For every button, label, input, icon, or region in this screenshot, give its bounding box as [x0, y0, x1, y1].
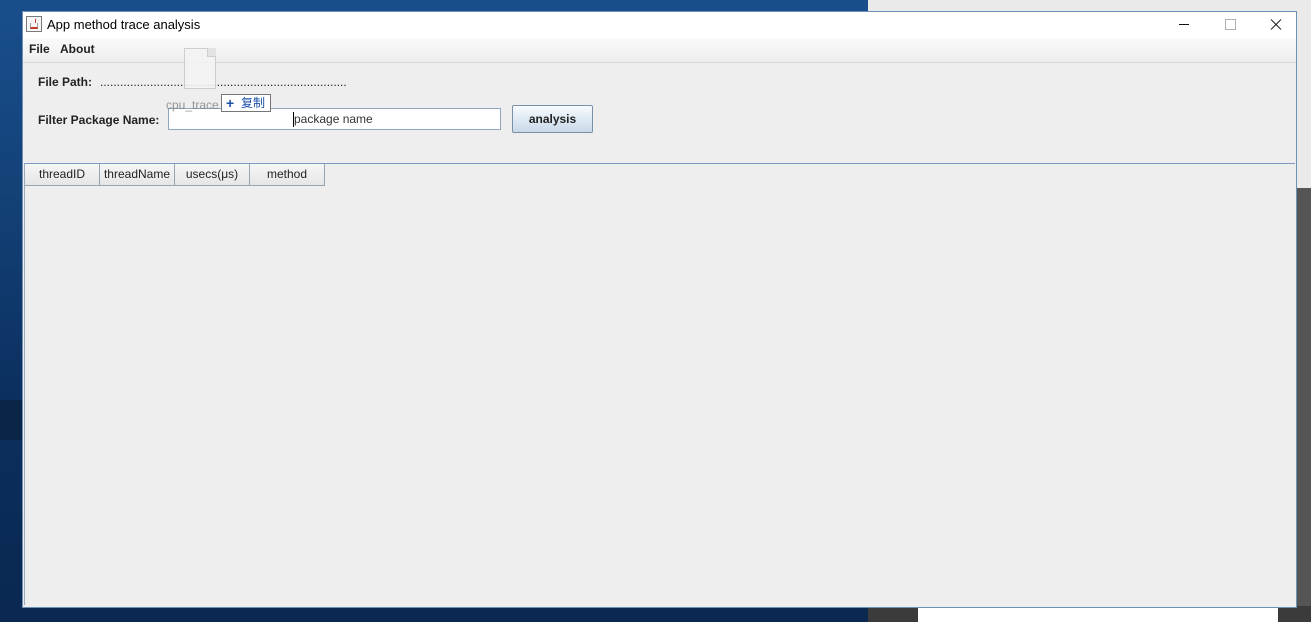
column-header-method[interactable]: method: [250, 164, 325, 186]
plus-icon: +: [226, 95, 235, 111]
results-table[interactable]: threadID threadName usecs(μs) method: [24, 163, 1295, 605]
file-path-label: File Path:: [38, 75, 93, 89]
desktop-background-window: [918, 606, 1278, 622]
menu-about[interactable]: About: [60, 42, 95, 56]
maximize-button[interactable]: [1207, 12, 1253, 38]
column-header-threadid[interactable]: threadID: [25, 164, 100, 186]
column-header-usecs[interactable]: usecs(μs): [175, 164, 250, 186]
java-app-icon: [26, 16, 42, 32]
close-button[interactable]: [1253, 12, 1299, 38]
window-title: App method trace analysis: [47, 17, 201, 32]
filter-package-label: Filter Package Name:: [38, 113, 160, 127]
text-caret: [293, 112, 294, 127]
dragged-file-icon: [184, 48, 216, 89]
column-header-threadname[interactable]: threadName: [100, 164, 175, 186]
file-path-value: ........................................…: [100, 75, 346, 89]
desktop-window-edge: [1296, 188, 1311, 622]
menu-file[interactable]: File: [29, 42, 50, 56]
analysis-button[interactable]: analysis: [512, 105, 593, 133]
drag-copy-tooltip: + 复制: [221, 94, 271, 112]
minimize-button[interactable]: [1161, 12, 1207, 38]
dragged-file-label: cpu_trace: [166, 98, 219, 112]
title-bar[interactable]: App method trace analysis: [23, 12, 1296, 38]
drag-copy-label: 复制: [241, 96, 266, 110]
desktop-shadow: [0, 400, 22, 440]
